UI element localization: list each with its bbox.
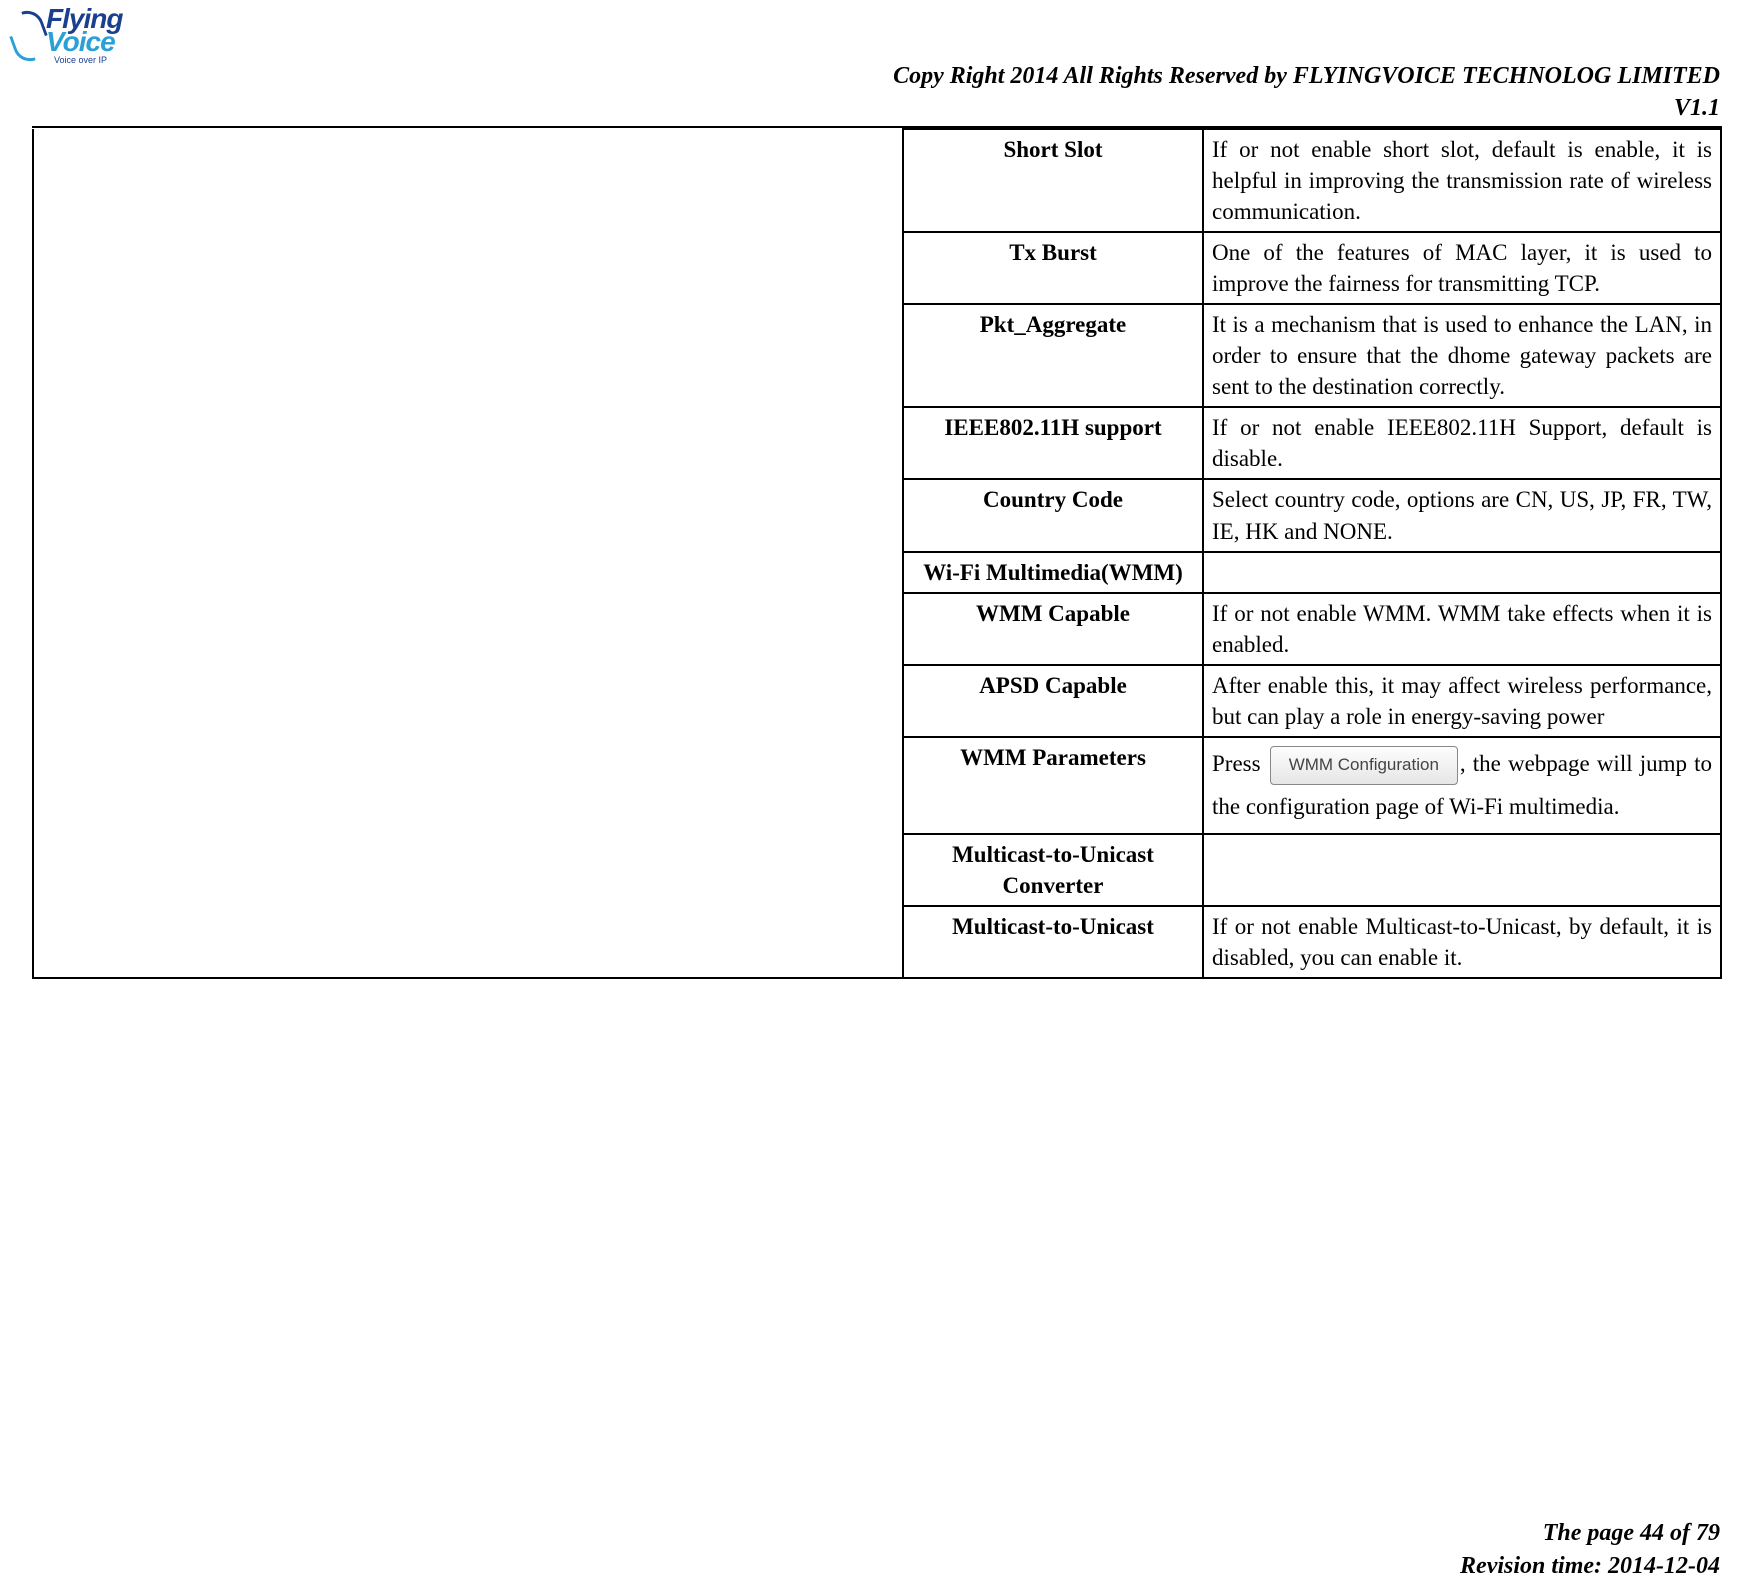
param-desc: It is a mechanism that is used to enhanc… xyxy=(1203,304,1721,407)
param-name: Pkt_Aggregate xyxy=(903,304,1203,407)
param-name: WMM Capable xyxy=(903,593,1203,665)
param-name: Multicast-to-Unicast Converter xyxy=(903,834,1203,906)
param-name: Tx Burst xyxy=(903,232,1203,304)
param-desc: Press WMM Configuration, the webpage wil… xyxy=(1203,737,1721,834)
wmm-desc-pre: Press xyxy=(1212,751,1261,776)
param-desc: If or not enable WMM. WMM take effects w… xyxy=(1203,593,1721,665)
param-name: Wi-Fi Multimedia(WMM) xyxy=(903,552,1203,593)
param-desc: One of the features of MAC layer, it is … xyxy=(1203,232,1721,304)
copyright-line: Copy Right 2014 All Rights Reserved by F… xyxy=(893,60,1720,92)
brand-logo: Flying Voice Voice over IP xyxy=(8,6,118,76)
table-row: Short Slot If or not enable short slot, … xyxy=(33,129,1721,232)
param-name: WMM Parameters xyxy=(903,737,1203,834)
param-desc xyxy=(1203,834,1721,906)
footer-revision: Revision time: 2014-12-04 xyxy=(1460,1550,1720,1582)
wmm-configuration-button[interactable]: WMM Configuration xyxy=(1270,746,1458,784)
param-desc: After enable this, it may affect wireles… xyxy=(1203,665,1721,737)
param-desc: If or not enable IEEE802.11H Support, de… xyxy=(1203,407,1721,479)
param-name: IEEE802.11H support xyxy=(903,407,1203,479)
param-name: Multicast-to-Unicast xyxy=(903,906,1203,978)
parameters-table: Short Slot If or not enable short slot, … xyxy=(32,128,1722,979)
param-desc: If or not enable short slot, default is … xyxy=(1203,129,1721,232)
footer-page-number: The page 44 of 79 xyxy=(1460,1517,1720,1549)
param-name: Country Code xyxy=(903,479,1203,551)
logo-tagline: Voice over IP xyxy=(54,56,118,64)
page-header: Copy Right 2014 All Rights Reserved by F… xyxy=(893,60,1720,125)
page-footer: The page 44 of 79 Revision time: 2014-12… xyxy=(1460,1517,1720,1582)
param-desc: If or not enable Multicast-to-Unicast, b… xyxy=(1203,906,1721,978)
param-desc xyxy=(1203,552,1721,593)
screenshot-placeholder xyxy=(33,129,903,978)
version-line: V1.1 xyxy=(893,92,1720,124)
logo-text-line2: Voice xyxy=(46,29,118,54)
param-name: Short Slot xyxy=(903,129,1203,232)
param-name: APSD Capable xyxy=(903,665,1203,737)
param-desc: Select country code, options are CN, US,… xyxy=(1203,479,1721,551)
